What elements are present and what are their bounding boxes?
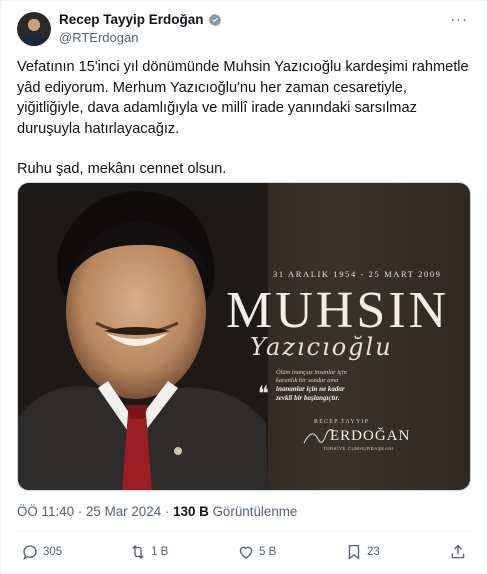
media-quote: Ölüm inançsız insanlar için karanlık bir… (276, 369, 386, 402)
tweet-meta: ÖÖ 11:40 · 25 Mar 2024 · 130 B Görüntüle… (17, 504, 297, 519)
quote-mark-icon: ❝ (258, 381, 269, 405)
quote-line: karanlık bir sondur ama (276, 377, 339, 385)
quote-line: Ölüm inançsız insanlar için (276, 369, 347, 376)
repost-count: 1 B (151, 546, 169, 558)
media-name-script: Yazıcıoğlu (250, 333, 393, 361)
reply-count: 305 (43, 546, 63, 558)
bookmark-button[interactable]: 23 (345, 541, 380, 563)
more-options-icon[interactable]: ··· (450, 11, 468, 28)
heart-icon (239, 546, 253, 559)
tweet-media-image[interactable]: 31 ARALIK 1954 - 25 MART 2009 MUHSIN Yaz… (17, 182, 471, 491)
reply-button[interactable]: 305 (21, 541, 62, 563)
tweet-text: Vefatının 15'inci yıl dönümünde Muhsin Y… (17, 57, 472, 200)
share-icon (451, 544, 465, 559)
divider (17, 531, 472, 532)
author-name-row: Recep Tayyip Erdoğan (59, 12, 222, 28)
bookmark-count: 23 (367, 546, 380, 558)
tweet-paragraph: Ruhu şad, mekânı cennet olsun. (17, 161, 227, 177)
quote-line: inananlar için ne kadar (276, 385, 345, 394)
action-bar: 305 1 B 5 B 23 (17, 541, 472, 563)
tweet-paragraph: Vefatının 15'inci yıl dönümünde Muhsin Y… (17, 59, 469, 137)
quote-line: zevkli bir başlangıçtır. (276, 393, 340, 402)
views-count: 130 B (173, 504, 209, 519)
media-dates: 31 ARALIK 1954 - 25 MART 2009 (273, 269, 442, 279)
author-display-name[interactable]: Recep Tayyip Erdoğan (59, 12, 204, 28)
author-handle[interactable]: @RTErdogan (59, 30, 138, 45)
signature-title: RECEP TAYYIP (314, 419, 370, 425)
like-button[interactable]: 5 B (237, 541, 276, 563)
reply-icon (23, 545, 37, 560)
bookmark-icon (348, 544, 360, 560)
verified-badge-icon[interactable] (208, 13, 222, 27)
signature-subtitle: TÜRKİYE CUMHURBAŞKANI (323, 446, 394, 451)
repost-icon (132, 545, 144, 559)
views-label: Görüntülenme (208, 504, 298, 519)
repost-button[interactable]: 1 B (129, 541, 168, 563)
avatar[interactable] (17, 12, 51, 46)
tweet-card: Recep Tayyip Erdoğan @RTErdogan ··· Vefa… (0, 0, 487, 574)
media-name-title: MUHSIN (226, 282, 450, 339)
tweet-timestamp[interactable]: ÖÖ 11:40 · 25 Mar 2024 · (17, 504, 173, 519)
signature-name: ERDOĞAN (330, 428, 411, 444)
like-count: 5 B (259, 546, 277, 558)
share-button[interactable] (449, 541, 467, 563)
